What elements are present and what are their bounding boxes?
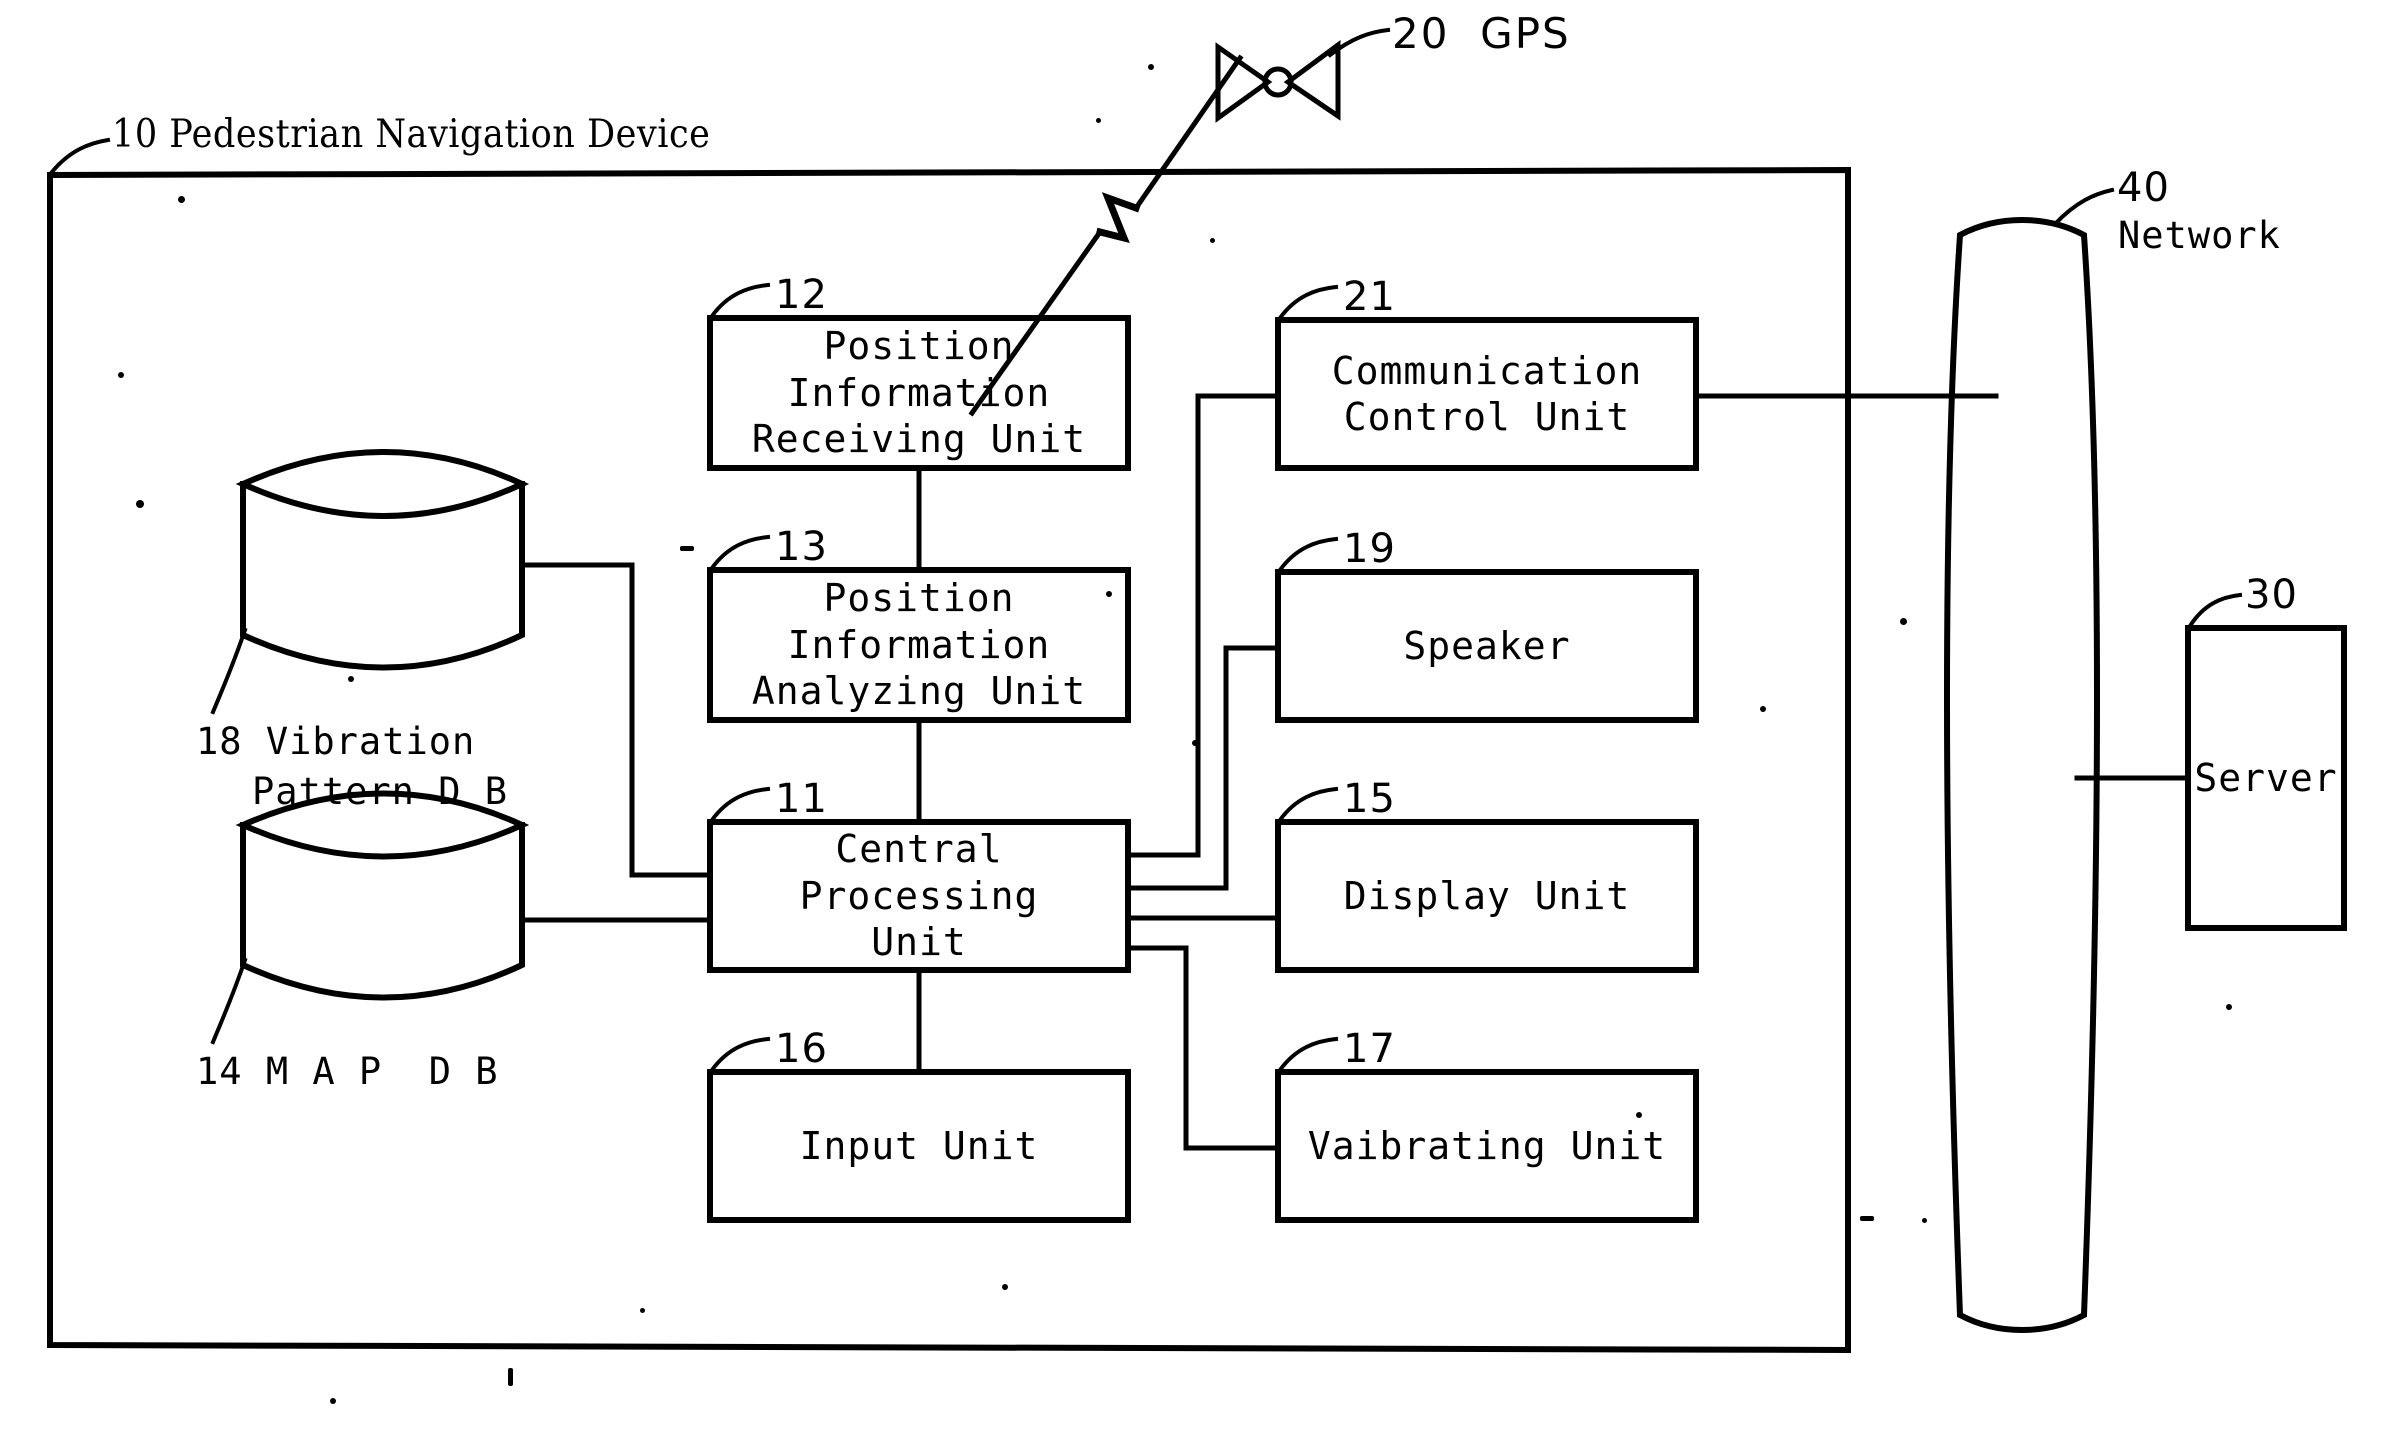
leader-16 <box>709 1036 771 1073</box>
box-16 <box>707 1069 1131 1223</box>
leader-40 <box>2052 187 2115 227</box>
leader-14 <box>210 957 248 1045</box>
network-ref-number: 40 <box>2117 165 2170 211</box>
conn-11-to-21 <box>1125 393 1281 858</box>
leader-21 <box>1277 284 1339 321</box>
box-15 <box>1275 819 1699 973</box>
device-frame-title: 10 Pedestrian Navigation Device <box>112 112 711 157</box>
leader-30 <box>2187 592 2243 629</box>
vibration-pattern-db-label-line1: 18 Vibration <box>196 720 476 763</box>
conn-18-to-11 <box>519 562 713 878</box>
scan-speck <box>178 196 185 203</box>
patent-figure-canvas: 10 Pedestrian Navigation Device 20 GPS 4… <box>0 0 2406 1451</box>
db-18-body <box>240 481 525 671</box>
scan-speck <box>1760 706 1766 712</box>
leader-13 <box>709 534 771 571</box>
ref-number-15: 15 <box>1343 776 1396 822</box>
scan-speck <box>136 500 144 508</box>
server-ref-number: 30 <box>2245 572 2298 618</box>
leader-12 <box>709 282 771 319</box>
leader-11 <box>709 786 771 823</box>
scan-speck <box>1210 238 1215 243</box>
conn-11-to-17 <box>1125 945 1281 1151</box>
box-17 <box>1275 1069 1699 1223</box>
ref-number-19: 19 <box>1343 526 1396 572</box>
box-21 <box>1275 317 1699 471</box>
scan-speck <box>1636 1112 1642 1118</box>
leader-15 <box>1277 786 1339 823</box>
box-19 <box>1275 569 1699 723</box>
scan-speck <box>348 676 354 682</box>
scan-speck <box>1192 740 1198 746</box>
gps-label: 20 GPS <box>1392 9 1571 58</box>
ref-number-17: 17 <box>1343 1026 1396 1072</box>
leader-17 <box>1277 1036 1339 1073</box>
scan-speck <box>1106 591 1112 597</box>
scan-speck <box>508 1368 513 1386</box>
scan-speck <box>640 1308 645 1313</box>
network-label: Network <box>2118 214 2281 257</box>
gps-signal-lightning-break <box>1095 192 1141 244</box>
box-11 <box>707 819 1131 973</box>
device-frame-leader <box>49 137 111 175</box>
scan-speck <box>1002 1284 1008 1290</box>
gps-signal-line <box>1132 54 1244 212</box>
scan-speck <box>1096 118 1101 123</box>
scan-speck <box>1922 1218 1927 1223</box>
ref-number-13: 13 <box>775 524 828 570</box>
ref-number-16: 16 <box>775 1026 828 1072</box>
scan-speck <box>1900 618 1907 625</box>
scan-speck <box>2226 1004 2232 1010</box>
gps-signal-line-lower <box>968 228 1104 417</box>
box-12 <box>707 315 1131 471</box>
box-13 <box>707 567 1131 723</box>
conn-11-to-19 <box>1125 645 1281 891</box>
scan-speck <box>330 1398 336 1404</box>
ref-number-11: 11 <box>775 776 828 822</box>
ref-number-21: 21 <box>1343 274 1396 320</box>
network-shape <box>1944 216 2100 1334</box>
scan-speck <box>1860 1216 1874 1221</box>
scan-speck <box>680 546 694 551</box>
db-18-top-ellipse <box>235 449 530 519</box>
vibration-pattern-db-label-line2: Pattern D B <box>252 770 509 813</box>
leader-18 <box>210 627 248 715</box>
ref-number-12: 12 <box>775 272 828 318</box>
db-14-body <box>240 822 525 1001</box>
box-30 <box>2185 625 2347 931</box>
leader-19 <box>1277 536 1339 573</box>
map-db-label-line1: 14 M A P D B <box>196 1050 499 1093</box>
scan-speck <box>1148 64 1154 70</box>
scan-speck <box>118 372 124 378</box>
